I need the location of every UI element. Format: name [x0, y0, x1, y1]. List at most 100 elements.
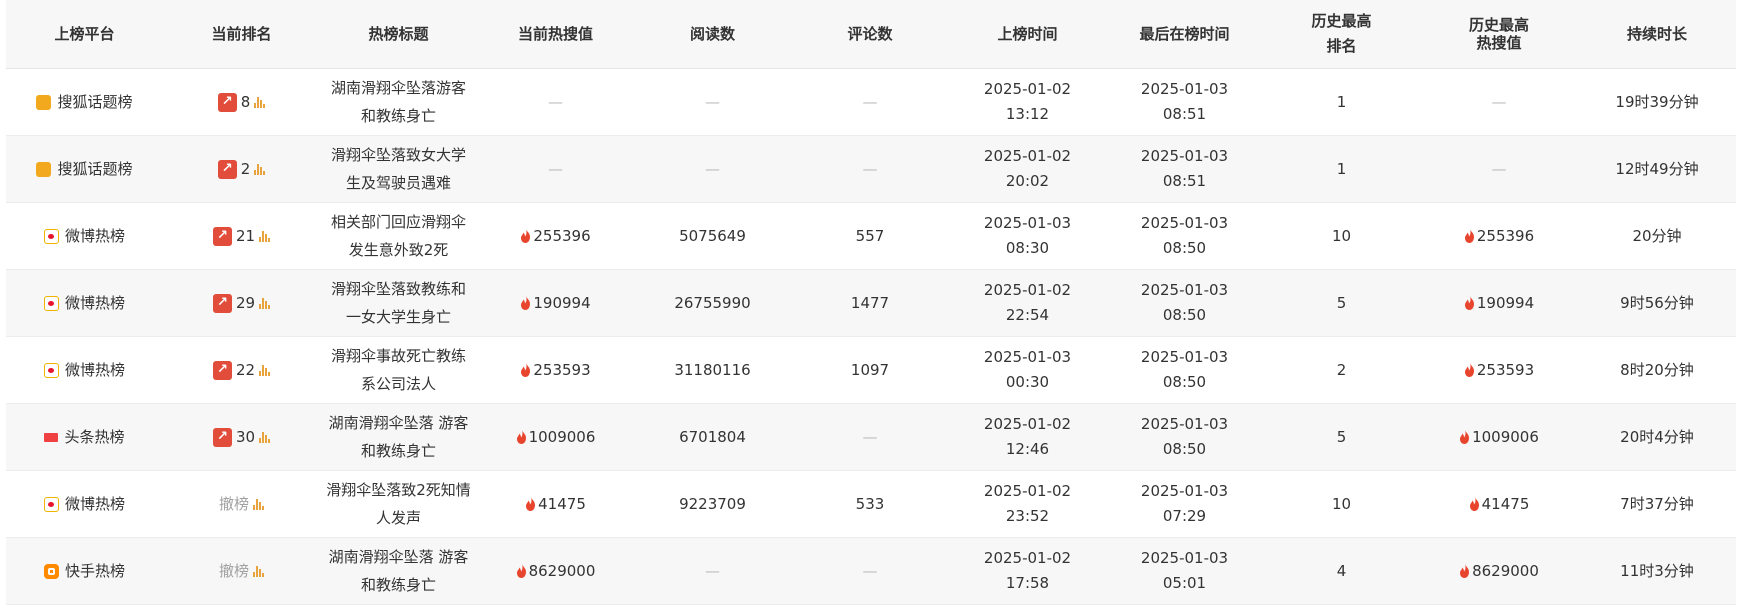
- header-best-hot[interactable]: 历史最高 热搜值: [1420, 0, 1578, 68]
- flame-icon: [1469, 497, 1479, 511]
- empty-dash: —: [862, 160, 878, 178]
- on-clock: 22:54: [1005, 306, 1050, 324]
- header-reads[interactable]: 阅读数: [634, 0, 791, 68]
- title-cell[interactable]: 湖南滑翔伞坠落 游客和教练身亡: [320, 404, 477, 470]
- best-hot-cell-value: 190994: [1476, 294, 1535, 312]
- last-date: 2025-01-03: [1140, 348, 1229, 366]
- hot-value-cell-value: 41475: [538, 495, 586, 513]
- best-rank-cell: 10: [1331, 227, 1352, 245]
- rank-value: 8: [240, 93, 251, 111]
- header-best-rank-line2: 排名: [1326, 37, 1357, 55]
- table-row[interactable]: 搜狐话题榜 ↗ 2 滑翔伞坠落致女大学生及驾驶员遇难 — — — 2025-01-…: [6, 136, 1736, 203]
- rank-cell: ↗ 21: [163, 203, 320, 269]
- hot-value-cell-value: 255396: [533, 227, 591, 245]
- reads-cell: —: [634, 69, 791, 135]
- duration-cell: 7时37分钟: [1620, 495, 1694, 513]
- platform-name: 微博热榜: [64, 361, 125, 379]
- last-time-cell: 2025-01-03 08:50: [1106, 404, 1263, 470]
- flame-icon: [521, 229, 531, 243]
- reads-cell: 31180116: [674, 361, 751, 379]
- reads-cell: 6701804: [679, 428, 746, 446]
- header-duration[interactable]: 持续时长: [1578, 0, 1736, 68]
- duration-cell: 8时20分钟: [1620, 361, 1694, 379]
- empty-dash: —: [705, 93, 720, 111]
- hot-title-link[interactable]: 滑翔伞坠落致女大学生及驾驶员遇难: [326, 141, 471, 197]
- last-clock: 07:29: [1162, 507, 1207, 525]
- trend-chart-icon[interactable]: [253, 498, 264, 510]
- table-row[interactable]: 微博热榜 ↗ 22 滑翔伞事故死亡教练系公司法人 253593 31180116 …: [6, 337, 1736, 404]
- rank-cell: ↗ 2: [163, 136, 320, 202]
- hot-value-cell: 8629000: [477, 538, 634, 604]
- hot-title-link[interactable]: 滑翔伞事故死亡教练系公司法人: [326, 342, 471, 398]
- trend-chart-icon[interactable]: [254, 96, 266, 108]
- comments-cell: —: [791, 404, 949, 470]
- title-cell[interactable]: 滑翔伞坠落致教练和一女大学生身亡: [320, 270, 477, 336]
- title-cell[interactable]: 滑翔伞坠落致2死知情人发声: [320, 471, 477, 537]
- best-hot-cell: 253593: [1420, 337, 1578, 403]
- header-title[interactable]: 热榜标题: [320, 0, 477, 68]
- header-hot-value[interactable]: 当前热搜值: [477, 0, 634, 68]
- platform-name: 快手热榜: [64, 562, 125, 580]
- table-row[interactable]: 微博热榜 ↗ 21 相关部门回应滑翔伞发生意外致2死 255396 5075649…: [6, 203, 1736, 270]
- duration-cell: 19时39分钟: [1615, 93, 1699, 111]
- last-clock: 08:50: [1162, 239, 1207, 257]
- reads-cell: —: [634, 136, 791, 202]
- comments-cell: 533: [855, 495, 885, 513]
- platform-cell: 快手热榜: [6, 538, 163, 604]
- hot-value-cell-value: 1009006: [528, 428, 596, 446]
- header-on-time[interactable]: 上榜时间: [949, 0, 1106, 68]
- trend-chart-icon[interactable]: [259, 431, 271, 443]
- header-platform[interactable]: 上榜平台: [6, 0, 163, 68]
- hot-title-link[interactable]: 滑翔伞坠落致教练和一女大学生身亡: [326, 275, 471, 331]
- hot-title-link[interactable]: 相关部门回应滑翔伞发生意外致2死: [326, 208, 471, 264]
- toutiao-icon: [44, 432, 59, 442]
- empty-dash: —: [705, 562, 720, 580]
- table-row[interactable]: 微博热榜 撤榜 滑翔伞坠落致2死知情人发声 41475 9223709 533 …: [6, 471, 1736, 538]
- rank-cell: 撤榜: [163, 538, 320, 604]
- last-date: 2025-01-03: [1140, 415, 1229, 433]
- on-date: 2025-01-02: [983, 415, 1072, 433]
- hot-title-link[interactable]: 湖南滑翔伞坠落 游客和教练身亡: [326, 543, 471, 599]
- header-comments[interactable]: 评论数: [791, 0, 949, 68]
- on-time-cell: 2025-01-02 20:02: [949, 136, 1106, 202]
- flame-icon: [516, 430, 526, 444]
- hot-value-cell: 41475: [477, 471, 634, 537]
- flame-icon: [1464, 229, 1474, 243]
- title-cell[interactable]: 相关部门回应滑翔伞发生意外致2死: [320, 203, 477, 269]
- last-clock: 05:01: [1162, 574, 1207, 592]
- title-cell[interactable]: 滑翔伞坠落致女大学生及驾驶员遇难: [320, 136, 477, 202]
- table-row[interactable]: 搜狐话题榜 ↗ 8 湖南滑翔伞坠落游客和教练身亡 — — — 2025-01-02…: [6, 69, 1736, 136]
- trend-chart-icon[interactable]: [259, 297, 271, 309]
- hot-value-cell-value: 190994: [533, 294, 591, 312]
- best-hot-cell-value: 1009006: [1472, 428, 1539, 446]
- on-time-cell: 2025-01-02 23:52: [949, 471, 1106, 537]
- hot-title-link[interactable]: 湖南滑翔伞坠落游客和教练身亡: [326, 74, 471, 130]
- table-row[interactable]: 微博热榜 ↗ 29 滑翔伞坠落致教练和一女大学生身亡 190994 2675599…: [6, 270, 1736, 337]
- table-row[interactable]: 快手热榜 撤榜 湖南滑翔伞坠落 游客和教练身亡 8629000 — — 2025…: [6, 538, 1736, 605]
- rank-up-icon: ↗: [212, 360, 232, 380]
- hot-value-cell: —: [477, 69, 634, 135]
- last-time-cell: 2025-01-03 08:51: [1106, 136, 1263, 202]
- best-hot-cell: 41475: [1420, 471, 1578, 537]
- flame-icon: [521, 363, 531, 377]
- flame-icon: [521, 296, 531, 310]
- trend-chart-icon[interactable]: [254, 163, 266, 175]
- title-cell[interactable]: 滑翔伞事故死亡教练系公司法人: [320, 337, 477, 403]
- title-cell[interactable]: 湖南滑翔伞坠落游客和教练身亡: [320, 69, 477, 135]
- header-last-time[interactable]: 最后在榜时间: [1106, 0, 1263, 68]
- trend-chart-icon[interactable]: [259, 230, 271, 242]
- last-time-cell: 2025-01-03 08:50: [1106, 337, 1263, 403]
- empty-dash: —: [1491, 93, 1507, 111]
- hot-value-cell: 190994: [477, 270, 634, 336]
- header-rank[interactable]: 当前排名: [163, 0, 320, 68]
- hot-title-link[interactable]: 滑翔伞坠落致2死知情人发声: [326, 476, 471, 532]
- on-date: 2025-01-02: [983, 281, 1072, 299]
- last-date: 2025-01-03: [1140, 549, 1229, 567]
- on-time-cell: 2025-01-03 08:30: [949, 203, 1106, 269]
- hot-title-link[interactable]: 湖南滑翔伞坠落 游客和教练身亡: [326, 409, 471, 465]
- header-best-rank[interactable]: 历史最高 排名: [1263, 0, 1420, 68]
- title-cell[interactable]: 湖南滑翔伞坠落 游客和教练身亡: [320, 538, 477, 604]
- trend-chart-icon[interactable]: [259, 364, 271, 376]
- trend-chart-icon[interactable]: [253, 565, 264, 577]
- table-row[interactable]: 头条热榜 ↗ 30 湖南滑翔伞坠落 游客和教练身亡 1009006 6701804…: [6, 404, 1736, 471]
